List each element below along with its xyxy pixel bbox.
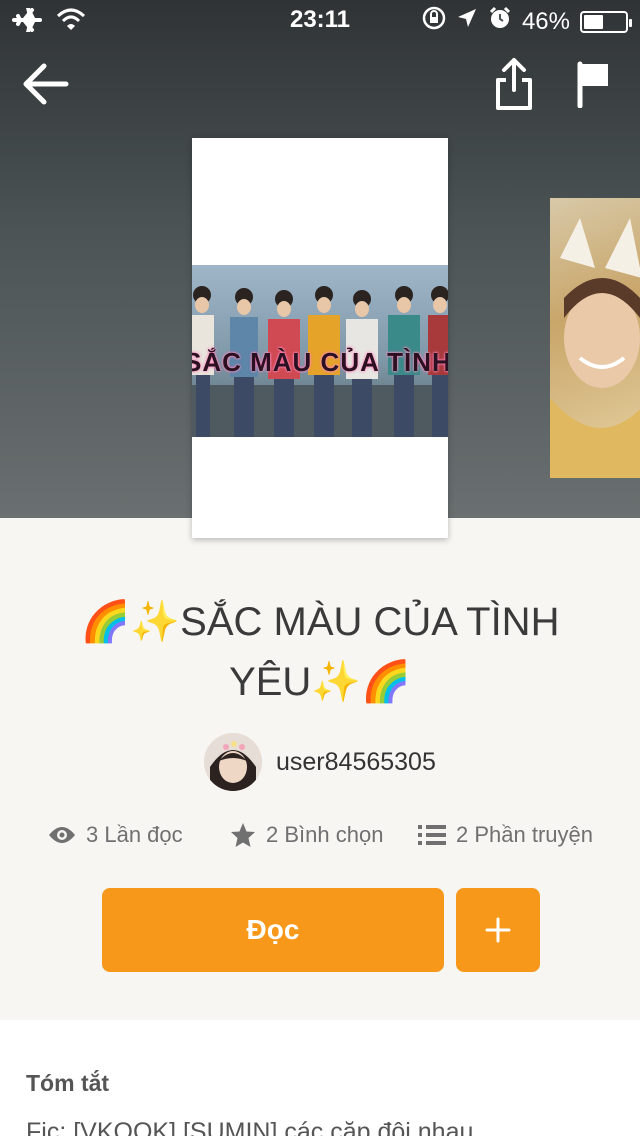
votes-stat: 2 Bình chọn — [230, 822, 383, 848]
summary-section: Tóm tắt Fic: [VKOOK] [SUMIN] các cặp đôi… — [0, 1020, 640, 1136]
story-title: 🌈✨SẮC MÀU CỦA TÌNH YÊU✨🌈 — [80, 600, 560, 704]
back-button[interactable] — [20, 60, 72, 108]
rotation-lock-icon — [422, 6, 446, 37]
cover-photo: SẮC MÀU CỦA TÌNH YÊ — [192, 265, 448, 437]
add-to-library-button[interactable] — [456, 888, 540, 972]
flag-icon — [577, 61, 608, 109]
share-button[interactable] — [494, 56, 534, 112]
reads-stat: 3 Lần đọc — [48, 822, 183, 848]
back-arrow-icon — [23, 63, 69, 105]
battery-percentage: 46% — [521, 7, 570, 35]
reads-count: 3 Lần đọc — [86, 822, 183, 847]
share-icon — [496, 58, 532, 110]
author-name: user84565305 — [276, 747, 436, 776]
parts-count: 2 Phần truyện — [456, 822, 593, 847]
alarm-icon — [488, 6, 512, 37]
person-photo — [550, 218, 640, 478]
story-details: 🌈✨SẮC MÀU CỦA TÌNH YÊU✨🌈 user84565305 3 … — [0, 518, 640, 1020]
list-icon — [418, 825, 446, 845]
star-icon — [231, 823, 255, 847]
story-stats: 3 Lần đọc 2 Bình chọn 2 Phần truyện — [0, 822, 640, 858]
battery-icon — [580, 10, 632, 33]
next-story-cover[interactable] — [550, 198, 640, 478]
parts-stat: 2 Phần truyện — [418, 822, 593, 848]
report-button[interactable] — [574, 60, 614, 109]
location-icon — [456, 7, 478, 36]
story-cover[interactable]: SẮC MÀU CỦA TÌNH YÊ — [192, 138, 448, 538]
summary-text: Fic: [VKOOK] [SUMIN] các cặp đôi nhau — [26, 1118, 474, 1136]
status-bar: 23:11 46% — [0, 0, 640, 40]
votes-count: 2 Bình chọn — [266, 822, 384, 847]
read-button[interactable]: Đọc — [102, 888, 444, 972]
cover-caption: SẮC MÀU CỦA TÌNH YÊ — [192, 347, 448, 377]
summary-heading: Tóm tắt — [26, 1070, 110, 1096]
eye-icon — [49, 827, 75, 843]
author-link[interactable]: user84565305 — [204, 732, 436, 792]
avatar — [204, 733, 262, 791]
plus-icon — [485, 917, 511, 943]
